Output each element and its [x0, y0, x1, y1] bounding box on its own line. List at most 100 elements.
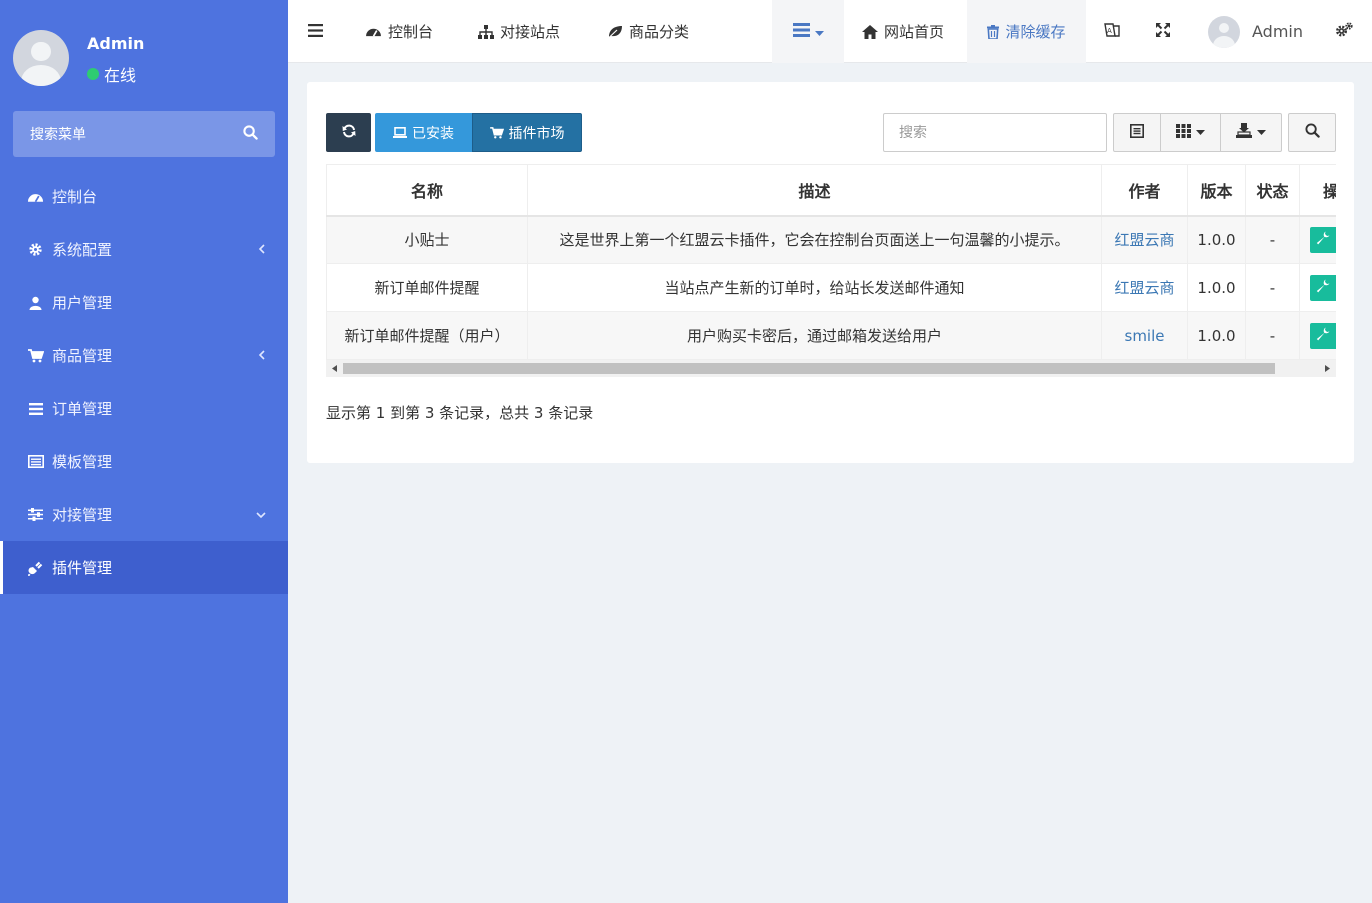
- fullscreen-button[interactable]: [1156, 0, 1170, 63]
- cell-status: -: [1245, 215, 1300, 264]
- settings-button[interactable]: [1335, 0, 1353, 63]
- installed-label: 已安装: [412, 125, 454, 142]
- horizontal-scrollbar[interactable]: [326, 360, 1336, 377]
- pagination-summary: 显示第 1 到第 3 条记录，总共 3 条记录: [326, 404, 594, 422]
- translate-icon[interactable]: A: [1104, 22, 1120, 41]
- theme-menu-dropdown[interactable]: [772, 0, 844, 63]
- sidebar-item-label: 商品管理: [52, 347, 113, 365]
- cell-status: -: [1245, 263, 1300, 312]
- laptop-icon: [393, 127, 407, 138]
- advanced-search-button[interactable]: [1288, 113, 1336, 152]
- sidebar-item-label: 模板管理: [52, 453, 113, 471]
- config-button[interactable]: [1310, 226, 1336, 253]
- installed-button[interactable]: 已安装: [375, 113, 472, 152]
- cell-name: 小贴士: [326, 215, 528, 264]
- scrollbar-thumb[interactable]: [343, 363, 1275, 374]
- sidebar-item-integration[interactable]: 对接管理: [0, 488, 288, 541]
- columns-dropdown[interactable]: [1160, 113, 1221, 152]
- plugin-market-button[interactable]: 插件市场: [472, 113, 582, 152]
- export-icon: [1236, 123, 1252, 142]
- chevron-left-icon: [258, 242, 266, 258]
- table-row: 新订单邮件提醒 当站点产生新的订单时，给站长发送邮件通知 红盟云商 1.0.0 …: [326, 263, 1336, 312]
- plugin-market-label: 插件市场: [508, 125, 565, 142]
- search-icon[interactable]: [243, 124, 258, 144]
- dashboard-icon: [27, 190, 44, 204]
- hamburger-icon[interactable]: [308, 23, 323, 41]
- language-toggle-button[interactable]: A: [1104, 0, 1120, 63]
- sidebar-search[interactable]: 搜索菜单: [13, 111, 275, 157]
- nav-label: 对接站点: [500, 23, 561, 41]
- fullscreen-icon[interactable]: [1156, 22, 1170, 41]
- sidebar-item-system-config[interactable]: 系统配置: [0, 223, 288, 276]
- sidebar-toggle-button[interactable]: [308, 0, 323, 63]
- plugin-panel: 已安装 插件市场 搜索 名称 描述 作者 版本 状态 小贴士 这是世界上第一个红…: [307, 82, 1354, 463]
- sidebar-item-label: 对接管理: [52, 506, 113, 524]
- cell-version: 1.0.0: [1187, 215, 1246, 264]
- export-dropdown[interactable]: [1220, 113, 1282, 152]
- trash-icon: [987, 24, 1000, 39]
- admin-user-menu[interactable]: Admin: [1208, 0, 1303, 63]
- user-icon: [27, 296, 44, 310]
- column-header-status[interactable]: 状态: [1245, 164, 1300, 217]
- column-header-version[interactable]: 版本: [1187, 164, 1246, 217]
- sidebar-item-products[interactable]: 商品管理: [0, 329, 288, 382]
- nav-dashboard[interactable]: 控制台: [365, 0, 433, 63]
- table-search-input[interactable]: [883, 113, 1107, 152]
- admin-name: Admin: [1252, 22, 1303, 41]
- sidebar-item-label: 插件管理: [52, 559, 113, 577]
- cell-author-link[interactable]: 红盟云商: [1101, 263, 1188, 312]
- list-icon: [27, 402, 44, 415]
- nav-label: 控制台: [388, 23, 434, 41]
- caret-down-icon: [1257, 129, 1266, 136]
- gear-icon: [27, 242, 44, 257]
- cell-author-link[interactable]: smile: [1101, 311, 1188, 360]
- site-home-link[interactable]: 网站首页: [862, 0, 944, 63]
- sidebar-item-templates[interactable]: 模板管理: [0, 435, 288, 488]
- template-icon: [27, 455, 44, 468]
- config-button[interactable]: [1310, 274, 1336, 301]
- user-panel: Admin 在线: [0, 0, 288, 110]
- avatar: [13, 30, 69, 86]
- avatar: [1208, 15, 1240, 48]
- cell-author-link[interactable]: 红盟云商: [1101, 215, 1188, 264]
- wrench-icon: [1316, 231, 1330, 249]
- cell-version: 1.0.0: [1187, 263, 1246, 312]
- sitemap-icon: [478, 24, 494, 39]
- toggle-view-button[interactable]: [1113, 113, 1161, 152]
- svg-text:A: A: [1107, 27, 1112, 35]
- chevron-down-icon: [256, 507, 266, 523]
- cell-description: 用户购买卡密后，通过邮箱发送给用户: [527, 311, 1102, 360]
- column-header-author[interactable]: 作者: [1101, 164, 1188, 217]
- cart-icon: [27, 348, 44, 363]
- wrench-icon: [1316, 279, 1330, 297]
- sidebar-item-label: 用户管理: [52, 294, 113, 312]
- nav-sites[interactable]: 对接站点: [478, 0, 560, 63]
- cell-name: 新订单邮件提醒（用户）: [326, 311, 528, 360]
- plug-icon: [27, 560, 44, 576]
- grid-icon: [1176, 123, 1191, 142]
- topbar: 控制台 对接站点 商品分类 网站首页 清除缓存 A Admin: [288, 0, 1372, 63]
- refresh-button[interactable]: [326, 113, 371, 152]
- cell-name: 新订单邮件提醒: [326, 263, 528, 312]
- wrench-icon: [1316, 327, 1330, 345]
- gears-icon[interactable]: [1335, 21, 1353, 42]
- cell-actions: [1299, 215, 1336, 264]
- sidebar-item-dashboard[interactable]: 控制台: [0, 170, 288, 223]
- dashboard-icon: [365, 25, 382, 38]
- clear-cache-button[interactable]: 清除缓存: [967, 0, 1086, 63]
- leaf-icon: [607, 25, 623, 39]
- sidebar-item-label: 控制台: [52, 188, 98, 206]
- home-icon: [862, 24, 878, 39]
- table-row: 新订单邮件提醒（用户） 用户购买卡密后，通过邮箱发送给用户 smile 1.0.…: [326, 311, 1336, 360]
- column-header-description[interactable]: 描述: [527, 164, 1102, 217]
- column-header-name[interactable]: 名称: [326, 164, 528, 217]
- sidebar-item-plugins[interactable]: 插件管理: [0, 541, 288, 594]
- scroll-right-icon[interactable]: [1319, 360, 1336, 377]
- nav-categories[interactable]: 商品分类: [607, 0, 689, 63]
- sidebar-item-orders[interactable]: 订单管理: [0, 382, 288, 435]
- sidebar-item-users[interactable]: 用户管理: [0, 276, 288, 329]
- scroll-left-icon[interactable]: [326, 360, 343, 377]
- cell-status: -: [1245, 311, 1300, 360]
- config-button[interactable]: [1310, 322, 1336, 349]
- refresh-icon: [342, 124, 356, 142]
